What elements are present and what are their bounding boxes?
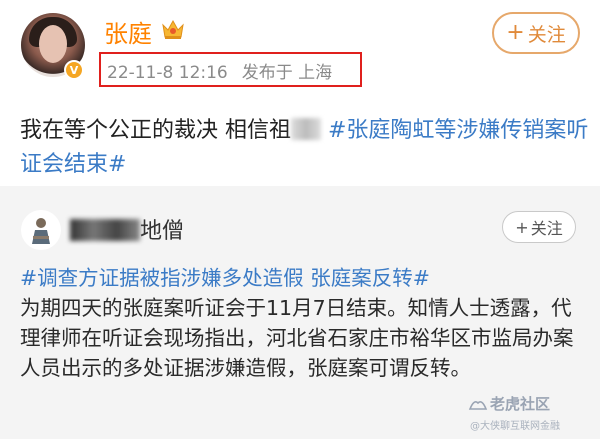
username[interactable]: 张庭 — [104, 14, 152, 49]
repost-follow-label: 关注 — [530, 219, 563, 238]
repost-topic-link[interactable]: #调查方证据被指涉嫌多处造假 张庭案反转# — [20, 266, 430, 290]
crown-icon — [162, 19, 184, 39]
post-meta-highlight: 22-11-8 12:16 发布于 上海 — [99, 52, 362, 87]
post-text: 我在等个公正的裁决 相信祖 #张庭陶虹等涉嫌传销案听证会结束# — [20, 114, 590, 182]
repost-text: #调查方证据被指涉嫌多处造假 张庭案反转# 为期四天的张庭案听证会于11月7日结… — [20, 263, 590, 383]
avatar-face — [39, 25, 67, 63]
tiger-logo-icon — [468, 401, 488, 410]
follow-label: 关注 — [527, 23, 566, 46]
repost-body: 为期四天的张庭案听证会于11月7日结束。知情人士透露，代理律师在听证会现场指出，… — [20, 296, 574, 380]
post-source: 发布于 上海 — [241, 63, 333, 83]
post-text-body: 我在等个公正的裁决 相信祖 — [20, 118, 291, 143]
plus-icon: + — [515, 217, 529, 237]
plus-icon: + — [506, 20, 525, 45]
follow-button[interactable]: + 关注 — [492, 12, 580, 54]
blurred-name — [70, 219, 140, 241]
repost-name-visible: 地僧 — [140, 219, 185, 244]
post-timestamp: 22-11-8 12:16 — [107, 63, 228, 83]
repost-follow-button[interactable]: + 关注 — [502, 211, 576, 243]
verified-badge-icon: V — [64, 60, 84, 80]
weibo-post: V 张庭 22-11-8 12:16 发布于 上海 + 关注 我在等个公正的裁决 … — [0, 0, 600, 186]
repost-avatar[interactable] — [21, 210, 61, 250]
watermark: 老虎社区 @大侠聊互联网金融 — [468, 393, 594, 433]
repost-author-name[interactable]: 地僧 — [70, 213, 184, 245]
blurred-text — [291, 118, 321, 140]
watermark-main: 老虎社区 — [490, 395, 551, 413]
watermark-sub: @大侠聊互联网金融 — [470, 421, 560, 432]
monk-icon — [32, 218, 50, 244]
